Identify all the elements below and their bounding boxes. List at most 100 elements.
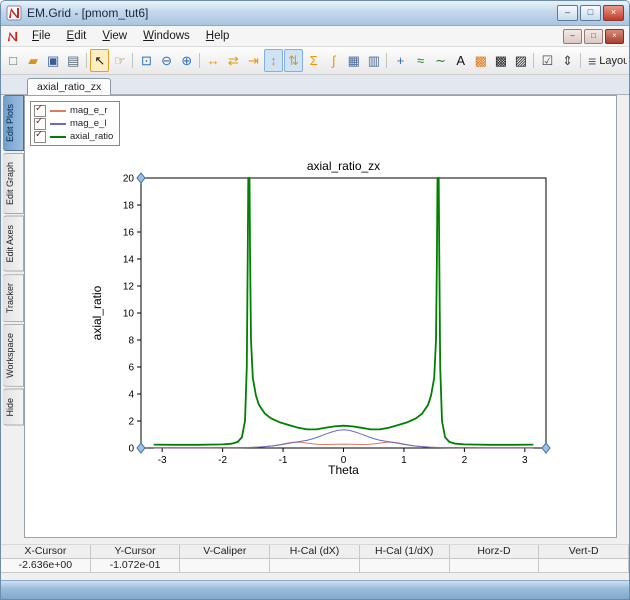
status-value — [270, 559, 360, 573]
window-title: EM.Grid - [pmom_tut6] — [27, 6, 148, 20]
status-header: Y-Cursor — [91, 545, 181, 559]
toolbar-icon: Σ — [310, 54, 318, 67]
menu-view[interactable]: View — [94, 28, 135, 44]
plot-frame — [141, 178, 546, 448]
layout-lines-icon: ≡ — [588, 54, 596, 68]
x-tick-label: 2 — [462, 455, 468, 466]
smooth-curve-button[interactable]: ∼ — [431, 49, 450, 72]
toolbar-icon: ▩ — [495, 54, 507, 67]
open-button[interactable]: ▰ — [24, 49, 43, 72]
legend-label: mag_e_l — [70, 118, 106, 129]
y-tick-label: 2 — [128, 417, 134, 428]
legend-line-sample — [50, 123, 66, 125]
pan-button[interactable]: ☞ — [110, 49, 129, 72]
status-header: Vert-D — [539, 545, 629, 559]
legend: mag_e_r mag_e_l axial_ratio — [30, 101, 120, 146]
toolbar-icon: ⇅ — [288, 54, 299, 67]
toolbar-icon: ☑ — [542, 54, 554, 67]
side-tab-tracker[interactable]: Tracker — [3, 274, 24, 322]
side-tab-edit-graph[interactable]: Edit Graph — [3, 153, 24, 214]
y-tick-label: 16 — [123, 228, 135, 239]
zoom-out-button[interactable]: ⊖ — [157, 49, 176, 72]
legend-row: mag_e_r — [34, 104, 113, 117]
tab-axial-ratio-zx[interactable]: axial_ratio_zx — [27, 78, 111, 95]
toolbar-icon: □ — [9, 54, 17, 67]
side-tab-edit-plots[interactable]: Edit Plots — [3, 95, 24, 151]
status-bar: X-Cursor Y-Cursor V-Caliper H-Cal (dX) H… — [1, 544, 629, 573]
legend-label: axial_ratio — [70, 131, 113, 142]
add-trace-button[interactable]: + — [391, 49, 410, 72]
y-tick-label: 18 — [123, 201, 135, 212]
y-tick-label: 6 — [128, 363, 134, 374]
status-header: H-Cal (1/dX) — [360, 545, 450, 559]
axis-spin-button[interactable]: ⇕ — [558, 49, 577, 72]
plot-canvas[interactable]: mag_e_r mag_e_l axial_ratio a — [24, 95, 617, 538]
child-close-button[interactable]: × — [605, 29, 624, 44]
status-value: -2.636e+00 — [1, 559, 91, 573]
legend-line-sample — [50, 136, 66, 138]
child-restore-button[interactable]: □ — [584, 29, 603, 44]
x-tick-label: 0 — [341, 455, 347, 466]
side-tab-edit-axes[interactable]: Edit Axes — [3, 216, 24, 272]
legend-checkbox[interactable] — [34, 131, 46, 143]
h-compress-button[interactable]: ⇄ — [224, 49, 243, 72]
y-tick-label: 4 — [128, 390, 134, 401]
v-expand-button[interactable]: ↕ — [264, 49, 283, 72]
grid-button[interactable]: ▦ — [344, 49, 363, 72]
x-tick-label: 3 — [522, 455, 528, 466]
toolbar-icon: ⇄ — [228, 54, 239, 67]
x-tick-label: -3 — [158, 455, 167, 466]
x-tick-label: -2 — [218, 455, 227, 466]
sum-button[interactable]: Σ — [304, 49, 323, 72]
toolbar-icon: ▨ — [515, 54, 527, 67]
table-button[interactable]: ▥ — [364, 49, 383, 72]
zoom-window-button[interactable]: ⊡ — [137, 49, 156, 72]
layout-button[interactable]: ≡ Layou — [584, 52, 627, 70]
chart[interactable]: axial_ratio_zxThetaaxial_ratio-3-2-10123… — [85, 158, 585, 488]
toolbar-icon: ▰ — [28, 54, 38, 67]
y-tick-label: 14 — [123, 255, 135, 266]
integrate-button[interactable]: ∫ — [324, 49, 343, 72]
status-header-row: X-Cursor Y-Cursor V-Caliper H-Cal (dX) H… — [1, 545, 629, 559]
zoom-in-button[interactable]: ⊕ — [177, 49, 196, 72]
maximize-button[interactable]: □ — [580, 5, 601, 21]
show-markers-button[interactable]: ☑ — [538, 49, 557, 72]
menu-edit[interactable]: Edit — [59, 28, 95, 44]
contour-plot-button[interactable]: ▨ — [511, 49, 530, 72]
y-tick-label: 20 — [123, 174, 135, 185]
h-shift-button[interactable]: ⇥ — [244, 49, 263, 72]
status-value: -1.072e-01 — [91, 559, 181, 573]
y-tick-label: 12 — [123, 282, 135, 293]
toolbar-icon: ↕ — [270, 54, 277, 67]
menu-bar: File Edit View Windows Help – □ × — [1, 26, 629, 47]
pointer-select-button[interactable]: ↖ — [90, 49, 109, 72]
spacer — [1, 573, 629, 580]
status-value — [450, 559, 540, 573]
menu-file[interactable]: File — [24, 28, 59, 44]
minimize-button[interactable]: – — [557, 5, 578, 21]
close-button[interactable]: × — [603, 5, 624, 21]
window-controls: – □ × — [557, 5, 624, 21]
toolbar-icon: ▤ — [67, 54, 79, 67]
y-tick-label: 10 — [123, 309, 135, 320]
menu-windows[interactable]: Windows — [135, 28, 198, 44]
curve-button[interactable]: ≈ — [411, 49, 430, 72]
v-compress-button[interactable]: ⇅ — [284, 49, 303, 72]
menu-help[interactable]: Help — [198, 28, 238, 44]
status-value-row: -2.636e+00 -1.072e-01 — [1, 559, 629, 573]
toolbar-icon: A — [456, 54, 465, 67]
child-minimize-button[interactable]: – — [563, 29, 582, 44]
toolbar-icon: ∫ — [332, 54, 336, 67]
intensity-plot-button[interactable]: ▩ — [491, 49, 510, 72]
h-expand-button[interactable]: ↔ — [204, 49, 223, 72]
colormap-button[interactable]: ▩ — [471, 49, 490, 72]
save-button[interactable]: ▣ — [44, 49, 63, 72]
text-annotation-button[interactable]: A — [451, 49, 470, 72]
title-bar[interactable]: EM.Grid - [pmom_tut6] – □ × — [1, 1, 629, 26]
side-tab-hide[interactable]: Hide — [3, 389, 24, 426]
side-tab-workspace[interactable]: Workspace — [3, 324, 24, 387]
print-button[interactable]: ▤ — [64, 49, 83, 72]
x-tick-label: 1 — [401, 455, 407, 466]
new-button[interactable]: □ — [4, 49, 23, 72]
content-area: Edit Plots Edit Graph Edit Axes Tracker … — [1, 95, 629, 538]
